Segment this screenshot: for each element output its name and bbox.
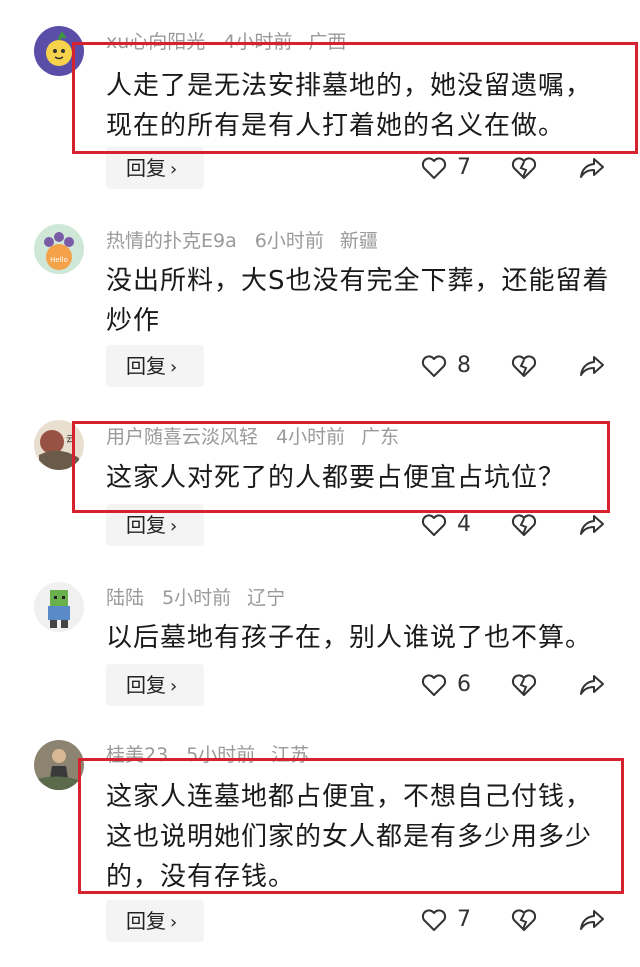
like-count: 7 [457,155,471,180]
username[interactable]: 热情的扑克E9a [106,230,237,252]
svg-text:Hello: Hello [50,256,68,264]
reply-label: 回复 [126,673,166,697]
chevron-right-icon: › [170,912,178,933]
reply-button[interactable]: 回复 › [106,345,204,387]
broken-heart-icon[interactable] [510,671,538,699]
broken-heart-icon[interactable] [510,511,538,539]
reply-label: 回复 [126,909,166,933]
chevron-right-icon: › [170,159,178,180]
avatar[interactable]: Hello [34,224,84,274]
timestamp: 6小时前 [254,230,324,252]
avatar[interactable] [34,582,84,632]
highlight-box [78,758,624,894]
share-arrow-icon[interactable] [578,906,606,934]
location: 新疆 [339,230,378,252]
reply-label: 回复 [126,513,166,537]
heart-outline-icon[interactable] [420,154,448,182]
chevron-right-icon: › [170,357,178,378]
timestamp: 5小时前 [162,587,232,609]
heart-outline-icon[interactable] [420,671,448,699]
like-count: 8 [457,353,471,378]
broken-heart-icon[interactable] [510,906,538,934]
reply-button[interactable]: 回复 › [106,664,204,706]
comment-text: 没出所料，大S也没有完全下葬，还能留着炒作 [106,266,610,336]
reply-button[interactable]: 回复 › [106,900,204,942]
broken-heart-icon[interactable] [510,352,538,380]
share-arrow-icon[interactable] [578,671,606,699]
comment-meta: 热情的扑克E9a 6小时前 新疆 [106,229,396,253]
comment-text: 以后墓地有孩子在，别人谁说了也不算。 [106,623,593,653]
heart-outline-icon[interactable] [420,352,448,380]
chevron-right-icon: › [170,516,178,537]
location: 辽宁 [247,587,286,609]
username[interactable]: 陆陆 [106,587,144,609]
reply-label: 回复 [126,156,166,180]
highlight-box [72,42,638,154]
heart-outline-icon[interactable] [420,906,448,934]
highlight-box [72,421,610,513]
share-arrow-icon[interactable] [578,352,606,380]
chevron-right-icon: › [170,676,178,697]
avatar[interactable] [34,740,84,790]
broken-heart-icon[interactable] [510,154,538,182]
share-arrow-icon[interactable] [578,154,606,182]
reply-label: 回复 [126,354,166,378]
heart-outline-icon[interactable] [420,511,448,539]
like-count: 6 [457,672,471,697]
share-arrow-icon[interactable] [578,511,606,539]
comment-meta: 陆陆 5小时前 辽宁 [106,586,303,610]
like-count: 4 [457,512,471,537]
like-count: 7 [457,907,471,932]
